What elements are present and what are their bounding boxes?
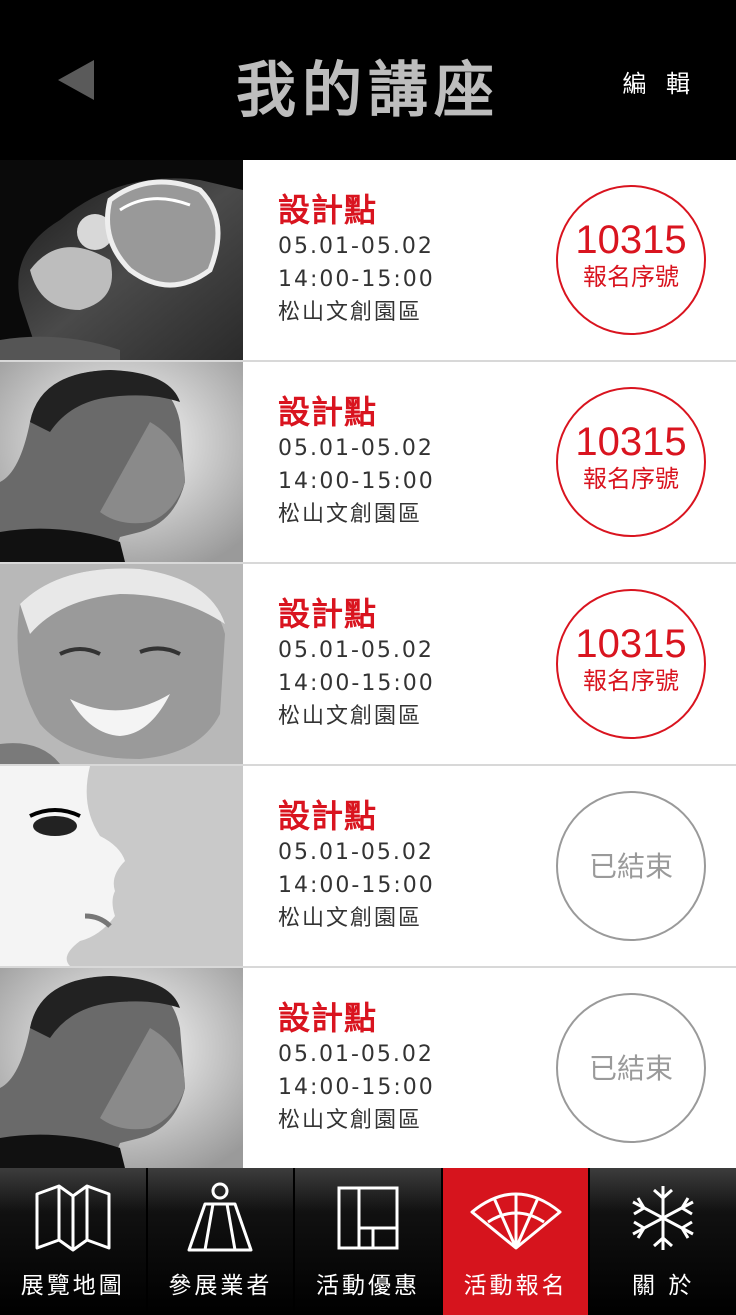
- registration-number-badge[interactable]: 10315 報名序號: [556, 185, 706, 335]
- lecture-info: 設計點 05.01-05.02 14:00-15:00 松山文創園區: [278, 594, 435, 733]
- lecture-time: 14:00-15:00: [278, 1075, 435, 1100]
- lecture-title: 設計點: [278, 191, 378, 229]
- portrait-man-profile: [0, 362, 243, 562]
- ended-label: 已結束: [588, 850, 673, 883]
- lecture-venue: 松山文創園區: [278, 502, 423, 527]
- tab-promotions[interactable]: 活動優惠: [293, 1168, 441, 1315]
- lecture-info: 設計點 05.01-05.02 14:00-15:00 松山文創園區: [278, 190, 435, 329]
- lecture-date: 05.01-05.02: [278, 436, 434, 461]
- registration-number-label: 報名序號: [583, 465, 679, 493]
- portrait-man-profile: [0, 968, 243, 1168]
- lecture-title: 設計點: [278, 999, 378, 1037]
- portrait-man-sunglasses: [0, 160, 243, 360]
- lecture-venue: 松山文創園區: [278, 300, 423, 325]
- tab-label: 活動優惠: [315, 1273, 420, 1299]
- snowflake-icon: [632, 1186, 694, 1250]
- lecture-time: 14:00-15:00: [278, 267, 435, 292]
- lecture-date: 05.01-05.02: [278, 1042, 434, 1067]
- registration-number: 10315: [575, 218, 687, 262]
- lecture-date: 05.01-05.02: [278, 234, 434, 259]
- ended-badge[interactable]: 已結束: [556, 791, 706, 941]
- lecture-item[interactable]: 設計點 05.01-05.02 14:00-15:00 松山文創園區 已結束: [0, 968, 736, 1170]
- lecture-item[interactable]: 設計點 05.01-05.02 14:00-15:00 松山文創園區 已結束: [0, 766, 736, 968]
- tab-label: 活動報名: [463, 1273, 568, 1299]
- tab-exhibitors[interactable]: 參展業者: [145, 1168, 294, 1315]
- bottom-tab-bar: 展覽地圖 參展業者 活動優惠 活動報名 關 於: [0, 1168, 736, 1315]
- grid-icon: [337, 1186, 399, 1250]
- edit-button[interactable]: 編 輯: [622, 64, 696, 99]
- lecture-item[interactable]: 設計點 05.01-05.02 14:00-15:00 松山文創園區 10315…: [0, 564, 736, 766]
- lecture-time: 14:00-15:00: [278, 671, 435, 696]
- fan-icon: [470, 1192, 562, 1250]
- lecture-date: 05.01-05.02: [278, 840, 434, 865]
- lecture-item[interactable]: 設計點 05.01-05.02 14:00-15:00 松山文創園區 10315…: [0, 362, 736, 564]
- tab-label: 參展業者: [168, 1273, 273, 1299]
- tab-exhibition-map[interactable]: 展覽地圖: [0, 1168, 146, 1315]
- portrait-woman-profile: [0, 766, 243, 966]
- map-icon: [35, 1184, 111, 1252]
- header-bar: 我的講座 編 輯: [0, 0, 736, 160]
- lecture-item[interactable]: 設計點 05.01-05.02 14:00-15:00 松山文創園區 10315…: [0, 160, 736, 362]
- lecture-venue: 松山文創園區: [278, 906, 423, 931]
- lecture-time: 14:00-15:00: [278, 873, 435, 898]
- portrait-old-man-smiling: [0, 564, 243, 764]
- lecture-date: 05.01-05.02: [278, 638, 434, 663]
- lecture-info: 設計點 05.01-05.02 14:00-15:00 松山文創園區: [278, 392, 435, 531]
- lecture-title: 設計點: [278, 595, 378, 633]
- lecture-time: 14:00-15:00: [278, 469, 435, 494]
- tab-label: 展覽地圖: [20, 1273, 125, 1299]
- registration-number-label: 報名序號: [583, 263, 679, 291]
- lecture-title: 設計點: [278, 797, 378, 835]
- registration-number-badge[interactable]: 10315 報名序號: [556, 387, 706, 537]
- registration-number: 10315: [575, 420, 687, 464]
- tab-event-registration[interactable]: 活動報名: [440, 1168, 589, 1315]
- tab-label: 關 於: [632, 1273, 695, 1299]
- registration-number-badge[interactable]: 10315 報名序號: [556, 589, 706, 739]
- lecture-info: 設計點 05.01-05.02 14:00-15:00 松山文創園區: [278, 796, 435, 935]
- exhibitor-icon: [187, 1182, 253, 1252]
- tab-about[interactable]: 關 於: [588, 1168, 736, 1315]
- registration-number: 10315: [575, 622, 687, 666]
- ended-label: 已結束: [588, 1052, 673, 1085]
- lecture-title: 設計點: [278, 393, 378, 431]
- registration-number-label: 報名序號: [583, 667, 679, 695]
- lecture-venue: 松山文創園區: [278, 704, 423, 729]
- lecture-venue: 松山文創園區: [278, 1108, 423, 1133]
- lecture-list: 設計點 05.01-05.02 14:00-15:00 松山文創園區 10315…: [0, 160, 736, 1170]
- lecture-info: 設計點 05.01-05.02 14:00-15:00 松山文創園區: [278, 998, 435, 1137]
- ended-badge[interactable]: 已結束: [556, 993, 706, 1143]
